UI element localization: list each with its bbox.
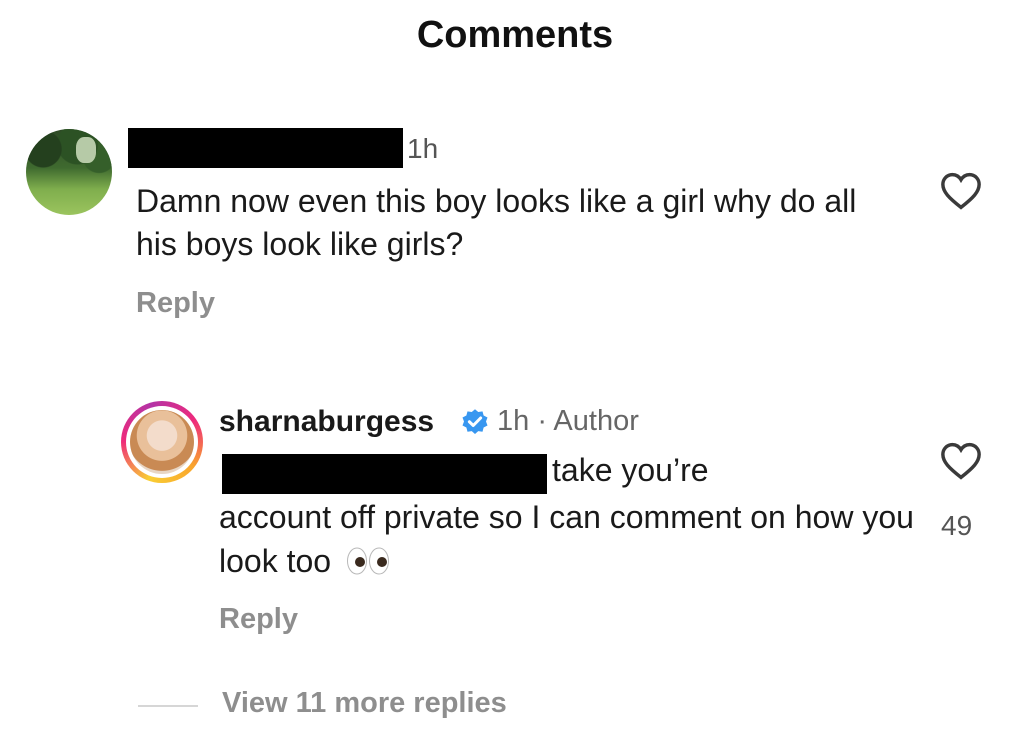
reply-text: account off private so I can comment on … [219, 499, 914, 579]
comment-text: Damn now even this boy looks like a girl… [136, 183, 857, 262]
reply-text-first-line: take you’re [552, 452, 709, 488]
reply-meta: 1h · Author [497, 405, 639, 437]
author-avatar[interactable] [121, 401, 203, 483]
heart-icon[interactable] [940, 442, 982, 480]
page-title: Comments [416, 14, 614, 56]
redacted-mention [222, 454, 547, 494]
author-photo [130, 410, 194, 474]
comment-timestamp: 1h [407, 133, 439, 164]
avatar-image [26, 129, 112, 179]
redacted-username [128, 128, 403, 168]
heart-icon[interactable] [940, 172, 982, 210]
comments-screen: Comments 1h Damn now even this boy looks… [0, 0, 1024, 731]
view-more-replies-button[interactable]: View 11 more replies [222, 687, 507, 720]
thread-divider [138, 705, 198, 707]
like-count[interactable]: 49 [941, 510, 972, 542]
verified-badge-icon [462, 409, 488, 434]
reply-button[interactable]: Reply [136, 287, 215, 320]
commenter-avatar[interactable] [26, 129, 112, 215]
eyes-emoji-icon [346, 547, 389, 575]
author-username[interactable]: sharnaburgess [219, 405, 434, 439]
reply-text-body: account off private so I can comment on … [219, 495, 919, 583]
reply-button[interactable]: Reply [219, 603, 298, 636]
